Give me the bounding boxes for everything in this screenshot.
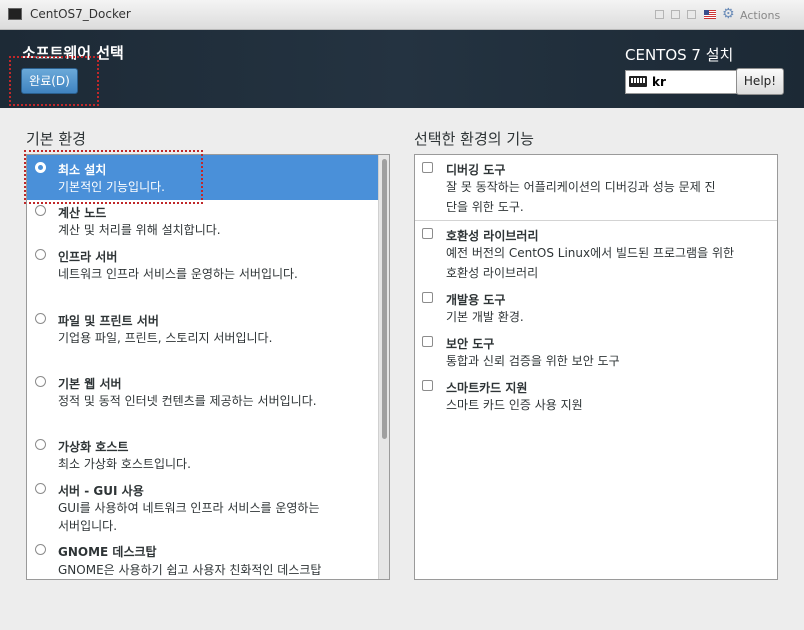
scrollbar[interactable] [378,155,389,579]
addon-item-title: 디버깅 도구 [446,163,506,177]
install-title: CENTOS 7 설치 [625,46,734,64]
radio-button[interactable] [35,205,46,216]
checkbox[interactable] [422,228,433,239]
keyboard-layout-label: kr [652,75,666,89]
env-item-desc: GUI를 사용하여 네트워크 인프라 서비스를 운영하는 [58,501,320,515]
gear-icon[interactable]: ⚙ [722,6,735,22]
annotation-highlight [24,150,203,204]
env-item-title: 기본 웹 서버 [58,377,122,391]
env-item-title: 가상화 호스트 [58,440,129,454]
checkbox[interactable] [422,336,433,347]
radio-button[interactable] [35,376,46,387]
env-item-file-print-server[interactable]: 파일 및 프린트 서버 기업용 파일, 프린트, 스토리지 서버입니다. [27,310,379,373]
env-item-title: 서버 - GUI 사용 [58,484,144,498]
annotation-highlight [9,56,99,106]
base-environment-title: 기본 환경 [26,130,86,148]
env-item-desc: 네트워크 인프라 서비스를 운영하는 서버입니다. [58,267,298,281]
checkbox[interactable] [422,292,433,303]
env-item-desc: GNOME은 사용하기 쉽고 사용자 친화적인 데스크탑 [58,563,322,577]
addon-item-desc: 스마트 카드 인증 사용 지원 [446,398,583,412]
window-control-icon[interactable] [671,10,680,19]
addon-item-smartcard-support[interactable]: 스마트카드 지원 스마트 카드 인증 사용 지원 [415,375,777,419]
scrollbar-thumb[interactable] [382,159,387,439]
env-item-desc: 계산 및 처리를 위해 설치합니다. [58,223,221,237]
addon-item-desc: 단을 위한 도구. [446,200,524,214]
env-item-title: 파일 및 프린트 서버 [58,314,159,328]
keyboard-icon [629,76,647,87]
addon-item-title: 보안 도구 [446,337,495,351]
base-environment-list: 최소 설치 기본적인 기능입니다. 계산 노드 계산 및 처리를 위해 설치합니… [26,154,390,580]
installer-header: 소프트웨어 선택 완료(D) CENTOS 7 설치 kr Help! [0,30,804,108]
keyboard-layout-indicator[interactable]: kr [625,70,737,94]
env-item-desc: 기업용 파일, 프린트, 스토리지 서버입니다. [58,331,273,345]
env-item-title: 계산 노드 [58,206,107,220]
env-item-title: GNOME 데스크탑 [58,545,157,559]
addon-list: 디버깅 도구 잘 못 동작하는 어플리케이션의 디버깅과 성능 문제 진 단을 … [414,154,778,580]
env-item-desc: 서버입니다. [58,519,118,533]
checkbox[interactable] [422,380,433,391]
checkbox[interactable] [422,162,433,173]
actions-menu[interactable]: Actions [740,9,780,22]
window-control-icon[interactable] [687,10,696,19]
radio-button[interactable] [35,249,46,260]
env-item-server-with-gui[interactable]: 서버 - GUI 사용 GUI를 사용하여 네트워크 인프라 서비스를 운영하는… [27,479,379,542]
env-item-basic-web-server[interactable]: 기본 웹 서버 정적 및 동적 인터넷 컨텐츠를 제공하는 서버입니다. [27,373,379,436]
radio-button[interactable] [35,544,46,555]
addon-item-desc: 예전 버전의 CentOS Linux에서 빌드된 프로그램을 위한 [446,246,735,260]
addon-item-development-tools[interactable]: 개발용 도구 기본 개발 환경. [415,287,777,331]
env-item-virtualization-host[interactable]: 가상화 호스트 최소 가상화 호스트입니다. [27,436,379,479]
window-control-icon[interactable] [655,10,664,19]
addon-item-desc: 기본 개발 환경. [446,310,524,324]
window-title: CentOS7_Docker [30,7,131,21]
flag-icon [704,10,716,19]
addon-item-debugging-tools[interactable]: 디버깅 도구 잘 못 동작하는 어플리케이션의 디버깅과 성능 문제 진 단을 … [415,155,777,219]
env-item-desc: 최소 가상화 호스트입니다. [58,457,191,471]
env-item-gnome-desktop[interactable]: GNOME 데스크탑 GNOME은 사용하기 쉽고 사용자 친화적인 데스크탑 [27,542,379,579]
addon-item-title: 스마트카드 지원 [446,381,528,395]
addon-item-security-tools[interactable]: 보안 도구 통합과 신뢰 검증을 위한 보안 도구 [415,331,777,375]
addon-item-compatibility-libraries[interactable]: 호환성 라이브러리 예전 버전의 CentOS Linux에서 빌드된 프로그램… [415,221,777,285]
env-item-title: 인프라 서버 [58,250,118,264]
addon-item-desc: 호환성 라이브러리 [446,266,539,280]
addons-title: 선택한 환경의 기능 [414,130,534,148]
addon-item-title: 호환성 라이브러리 [446,229,539,243]
help-button[interactable]: Help! [736,68,784,95]
radio-button[interactable] [35,313,46,324]
radio-button[interactable] [35,439,46,450]
env-item-infrastructure-server[interactable]: 인프라 서버 네트워크 인프라 서비스를 운영하는 서버입니다. [27,245,379,310]
addon-item-title: 개발용 도구 [446,293,506,307]
env-item-desc: 정적 및 동적 인터넷 컨텐츠를 제공하는 서버입니다. [58,394,317,408]
radio-button[interactable] [35,483,46,494]
env-item-compute-node[interactable]: 계산 노드 계산 및 처리를 위해 설치합니다. [27,200,379,245]
addon-item-desc: 통합과 신뢰 검증을 위한 보안 도구 [446,354,620,368]
terminal-icon [8,8,22,20]
addon-item-desc: 잘 못 동작하는 어플리케이션의 디버깅과 성능 문제 진 [446,180,716,194]
window-titlebar: CentOS7_Docker ⚙ Actions [0,0,804,30]
